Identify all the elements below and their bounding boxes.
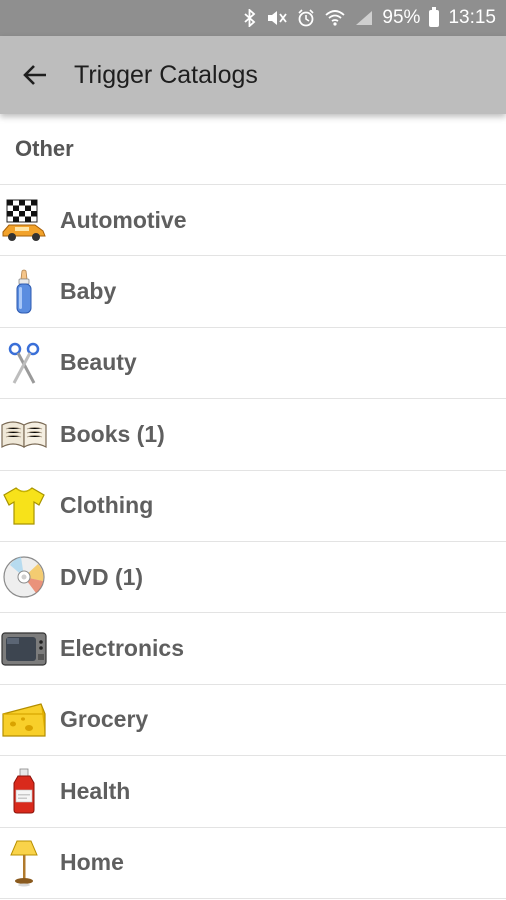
list-item-label: Books (1) <box>60 420 165 447</box>
signal-icon <box>355 10 373 26</box>
catalog-list: Other Automotive Baby Beauty Books (1) C… <box>0 114 506 899</box>
list-item-label: Baby <box>60 278 117 305</box>
battery-icon <box>429 6 440 27</box>
disc-icon <box>0 553 48 601</box>
list-item[interactable]: DVD (1) <box>0 542 506 614</box>
status-bar: 95% 13:15 <box>0 0 506 36</box>
wifi-icon <box>324 9 346 27</box>
tshirt-icon <box>0 482 48 530</box>
list-item[interactable]: Home <box>0 828 506 899</box>
list-item[interactable]: Beauty <box>0 328 506 400</box>
app-bar: Trigger Catalogs <box>0 36 506 114</box>
page-title: Trigger Catalogs <box>74 60 258 89</box>
baby-bottle-icon <box>0 268 48 316</box>
list-item[interactable]: Books (1) <box>0 399 506 471</box>
back-button[interactable] <box>0 36 70 114</box>
list-item-label: Beauty <box>60 349 137 376</box>
list-item[interactable]: Automotive <box>0 185 506 257</box>
list-item-label: Health <box>60 777 131 804</box>
mute-icon <box>266 9 288 27</box>
bluetooth-icon <box>243 9 257 27</box>
section-header: Other <box>0 114 506 185</box>
list-item-label: DVD (1) <box>60 563 144 590</box>
tv-icon <box>0 625 48 673</box>
section-header-label: Other <box>15 136 74 161</box>
cheese-icon <box>0 696 48 744</box>
open-book-icon <box>0 410 48 458</box>
list-item-label: Automotive <box>60 206 187 233</box>
back-arrow-icon <box>23 65 46 85</box>
checkered-flag-car-icon <box>0 196 48 244</box>
medicine-bottle-icon <box>0 767 48 815</box>
list-item-label: Clothing <box>60 492 154 519</box>
list-item[interactable]: Electronics <box>0 613 506 685</box>
list-item[interactable]: Clothing <box>0 471 506 542</box>
scissors-icon <box>0 339 48 387</box>
list-item-label: Grocery <box>60 706 149 733</box>
list-item[interactable]: Baby <box>0 256 506 328</box>
battery-percent: 95% <box>382 7 421 28</box>
list-item-label: Home <box>60 849 124 876</box>
alarm-icon <box>297 9 315 27</box>
list-item[interactable]: Health <box>0 756 506 828</box>
list-item[interactable]: Grocery <box>0 685 506 757</box>
lamp-icon <box>0 839 48 887</box>
list-item-label: Electronics <box>60 635 184 662</box>
clock: 13:15 <box>448 7 496 28</box>
